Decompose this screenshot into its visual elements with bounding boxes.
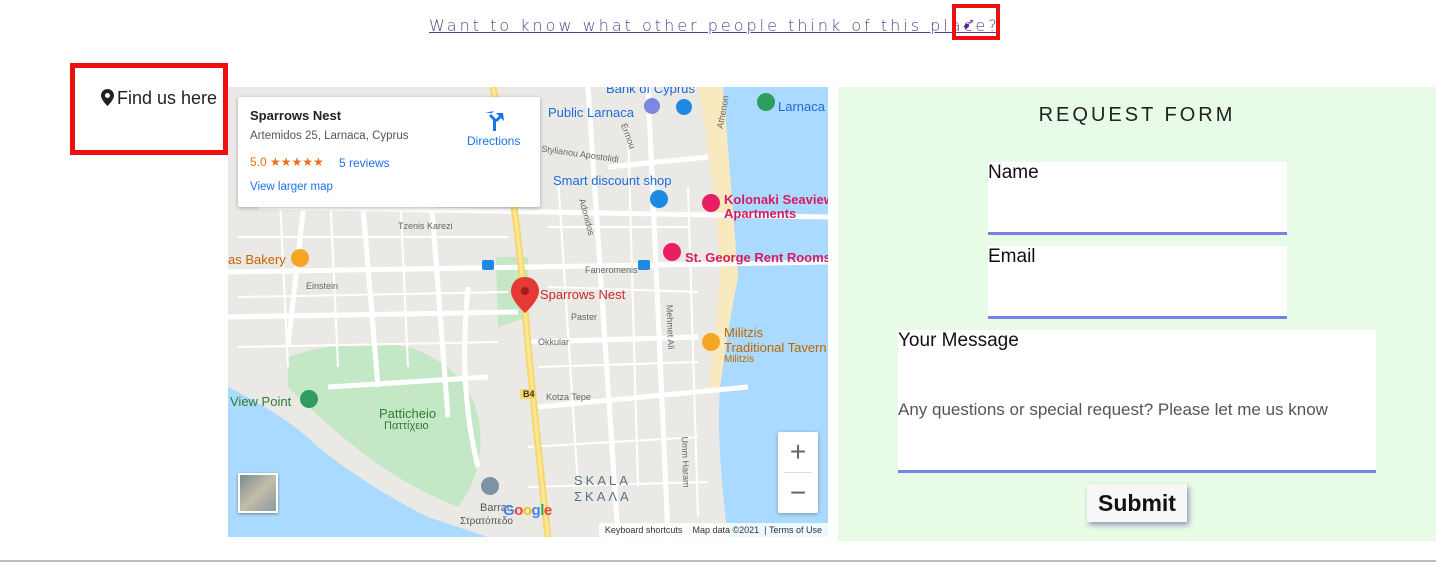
map-label-view-point[interactable]: View Point — [230, 394, 291, 409]
keyboard-shortcuts-link[interactable]: Keyboard shortcuts — [605, 525, 683, 535]
place-name: Sparrows Nest — [250, 108, 342, 123]
map-label-skala: SKALA — [574, 473, 631, 488]
submit-button[interactable]: Submit — [1087, 484, 1187, 522]
street-okkular: Okkular — [538, 337, 570, 347]
name-field[interactable]: Name — [988, 162, 1287, 235]
map-pin-label[interactable]: Sparrows Nest — [540, 287, 625, 302]
map-label-militzis-2[interactable]: Traditional Tavern — [724, 340, 827, 355]
highlight-box-reviews — [952, 4, 1000, 40]
street-mehmet: Mehmet Ali — [664, 304, 677, 350]
zoom-in-button[interactable]: + — [778, 432, 818, 472]
map-marker-icon — [101, 89, 114, 106]
map-label-skala-greek: ΣΚΑΛΑ — [574, 489, 632, 504]
email-field[interactable]: Email — [988, 246, 1287, 319]
map-label-kolonaki-2[interactable]: Apartments — [724, 206, 796, 221]
street-tzenis: Tzenis Karezi — [398, 221, 453, 231]
embedded-map[interactable]: Bank of Cyprus Public Larnaca Larnaca Sm… — [228, 87, 828, 537]
map-attribution: Keyboard shortcuts Map data ©2021 | Term… — [598, 523, 828, 537]
terms-link[interactable]: Terms of Use — [769, 525, 822, 535]
map-info-card: Sparrows Nest Artemidos 25, Larnaca, Cyp… — [238, 97, 540, 207]
name-label: Name — [988, 162, 1039, 183]
directions-link[interactable]: Directions — [467, 134, 520, 148]
map-label-militzis-1[interactable]: Militzis — [724, 325, 763, 340]
map-label-patticheio-greek: Παττίχειο — [384, 420, 429, 432]
map-label-larnaca[interactable]: Larnaca — [778, 99, 825, 114]
map-label-kolonaki-1[interactable]: Kolonaki Seaview — [724, 192, 828, 207]
place-rating: 5.0 ★★★★★ — [250, 155, 324, 169]
map-label-patticheio[interactable]: Patticheio — [379, 406, 436, 421]
find-us-label: Find us here — [117, 88, 218, 108]
request-form: REQUEST FORM Name Email Your Message Any… — [838, 87, 1436, 541]
street-kotza: Kotza Tepe — [546, 392, 591, 402]
place-address: Artemidos 25, Larnaca, Cyprus — [250, 130, 409, 142]
pointer-icon[interactable]: ➹ — [962, 14, 975, 34]
view-larger-map-link[interactable]: View larger map — [250, 181, 333, 193]
directions-icon[interactable] — [482, 109, 506, 133]
satellite-toggle[interactable] — [238, 473, 278, 513]
street-faneromenis: Faneromenis — [585, 265, 638, 275]
highlight-box-find-us — [70, 63, 228, 155]
find-us-heading: Find us here — [101, 88, 217, 109]
street-einstein: Einstein — [306, 281, 339, 291]
street-umm: Umm Haram — [679, 436, 692, 488]
zoom-controls: + − — [778, 432, 818, 513]
map-label-smart-discount[interactable]: Smart discount shop — [553, 173, 672, 188]
street-pastor: Paster — [571, 312, 598, 322]
reviews-link[interactable]: Want to know what other people think of … — [429, 16, 1000, 35]
message-field[interactable]: Your Message Any questions or special re… — [898, 330, 1376, 473]
message-label: Your Message — [898, 330, 1019, 351]
zoom-out-button[interactable]: − — [778, 473, 818, 513]
form-title: REQUEST FORM — [1038, 104, 1236, 126]
message-placeholder: Any questions or special request? Please… — [898, 400, 1328, 419]
map-label-bank[interactable]: Bank of Cyprus — [606, 87, 695, 96]
email-label: Email — [988, 246, 1036, 267]
map-label-militzis-3: Militzis — [724, 354, 754, 365]
map-data-text: Map data ©2021 — [692, 525, 760, 535]
map-label-bakery[interactable]: as Bakery — [228, 252, 286, 267]
map-label-public-larnaca[interactable]: Public Larnaca — [548, 105, 634, 120]
map-label-st-george[interactable]: St. George Rent Rooms — [685, 250, 828, 265]
google-logo: Google — [503, 502, 552, 519]
reviews-link-map[interactable]: 5 reviews — [339, 156, 390, 170]
road-b4: B4 — [523, 389, 535, 399]
